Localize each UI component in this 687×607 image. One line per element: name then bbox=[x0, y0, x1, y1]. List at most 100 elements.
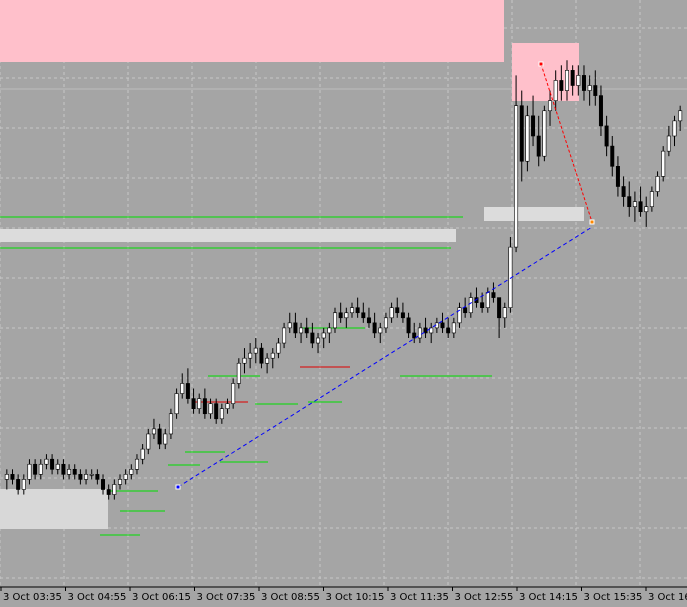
candle-body bbox=[372, 322, 377, 334]
time-axis-label: 3 Oct 11:35 bbox=[390, 592, 449, 603]
candle-body bbox=[304, 327, 309, 334]
demand-zone-left bbox=[0, 489, 108, 529]
time-axis-label: 3 Oct 16:55 bbox=[648, 592, 687, 603]
candle-body bbox=[548, 100, 553, 112]
candle-body bbox=[406, 317, 411, 334]
anchor-point[interactable] bbox=[175, 484, 181, 490]
candle-body bbox=[219, 408, 224, 420]
candle-body bbox=[497, 297, 502, 319]
candle-body bbox=[44, 458, 49, 465]
candle-body bbox=[174, 393, 179, 415]
candle-body bbox=[333, 312, 338, 329]
time-axis-label: 3 Oct 06:15 bbox=[132, 592, 191, 603]
supply-zone-top bbox=[0, 0, 504, 62]
candle-body bbox=[361, 312, 366, 319]
candle-body bbox=[344, 312, 349, 319]
candle-body bbox=[525, 115, 530, 162]
anchor-point[interactable] bbox=[589, 219, 595, 225]
candle-body bbox=[644, 206, 649, 213]
candle-body bbox=[117, 479, 122, 485]
time-axis-label: 3 Oct 03:35 bbox=[3, 592, 62, 603]
candle-body bbox=[531, 115, 536, 137]
candle-body bbox=[259, 347, 264, 364]
candle-body bbox=[502, 307, 507, 319]
candle-body bbox=[649, 191, 654, 208]
candle-body bbox=[270, 352, 275, 359]
candle-body bbox=[327, 327, 332, 334]
candle-body bbox=[638, 201, 643, 213]
candle-body bbox=[287, 322, 292, 329]
candle-body bbox=[293, 322, 298, 334]
candle-body bbox=[514, 105, 519, 248]
candle-body bbox=[480, 302, 485, 308]
candle-body bbox=[519, 105, 524, 162]
candle-body bbox=[587, 85, 592, 91]
candle-body bbox=[95, 474, 100, 480]
candle-body bbox=[253, 347, 258, 354]
candle-body bbox=[565, 70, 570, 91]
candle-body bbox=[225, 403, 230, 409]
candle-body bbox=[202, 398, 207, 415]
candle-body bbox=[389, 307, 394, 319]
candle-body bbox=[185, 383, 190, 399]
candle-body bbox=[632, 201, 637, 207]
candle-body bbox=[485, 292, 490, 308]
candle-body bbox=[581, 75, 586, 91]
candle-body bbox=[129, 468, 134, 475]
candle-body bbox=[106, 489, 111, 495]
candle-body bbox=[598, 95, 603, 127]
candle bbox=[508, 237, 513, 313]
candle-body bbox=[366, 317, 371, 324]
candle-body bbox=[123, 474, 128, 480]
candle-body bbox=[310, 332, 315, 344]
candle-body bbox=[197, 398, 202, 410]
time-axis-label: 3 Oct 04:55 bbox=[68, 592, 127, 603]
candle-body bbox=[559, 80, 564, 91]
candle-body bbox=[451, 322, 456, 334]
demand-zone-mid bbox=[0, 229, 456, 242]
candle-body bbox=[627, 196, 632, 208]
candle-body bbox=[231, 383, 236, 404]
candle-body bbox=[72, 468, 77, 475]
candle-body bbox=[101, 479, 106, 490]
candle-body bbox=[661, 150, 666, 177]
candle bbox=[542, 105, 547, 162]
candle-body bbox=[236, 362, 241, 384]
candle-body bbox=[157, 428, 162, 445]
candle-body bbox=[321, 332, 326, 339]
candle-body bbox=[615, 166, 620, 187]
candle-body bbox=[4, 474, 9, 480]
candle-body bbox=[112, 484, 117, 495]
candle-body bbox=[678, 110, 683, 122]
candle-body bbox=[468, 297, 473, 314]
candle-body bbox=[621, 186, 626, 197]
time-axis-label: 3 Oct 08:55 bbox=[261, 592, 320, 603]
candle-body bbox=[672, 120, 677, 137]
candle-body bbox=[446, 327, 451, 334]
candle-body bbox=[593, 85, 598, 96]
candle-body bbox=[21, 479, 26, 490]
candle-body bbox=[191, 398, 196, 410]
candle-body bbox=[536, 135, 541, 157]
candle-body bbox=[134, 458, 139, 470]
candle-body bbox=[33, 463, 38, 475]
candle-body bbox=[282, 327, 287, 344]
time-axis-label: 3 Oct 12:55 bbox=[455, 592, 514, 603]
candle-body bbox=[168, 413, 173, 435]
candle-body bbox=[316, 337, 321, 344]
price-chart[interactable]: 3 Oct 03:35 3 Oct 04:55 3 Oct 06:15 3 Oct 0… bbox=[0, 0, 687, 607]
demand-zone-right bbox=[484, 207, 584, 221]
candle-body bbox=[417, 327, 422, 339]
candle-body bbox=[89, 474, 94, 476]
candle-body bbox=[146, 433, 151, 450]
candle-body bbox=[570, 70, 575, 86]
time-axis-label: 3 Oct 10:15 bbox=[326, 592, 385, 603]
candle-body bbox=[27, 463, 32, 480]
candle-body bbox=[463, 307, 468, 314]
time-axis-label: 3 Oct 15:35 bbox=[584, 592, 643, 603]
candle-body bbox=[400, 312, 405, 319]
candle-body bbox=[10, 474, 15, 480]
candle-body bbox=[276, 342, 281, 354]
candle-body bbox=[553, 80, 558, 101]
anchor-point[interactable] bbox=[538, 61, 544, 67]
